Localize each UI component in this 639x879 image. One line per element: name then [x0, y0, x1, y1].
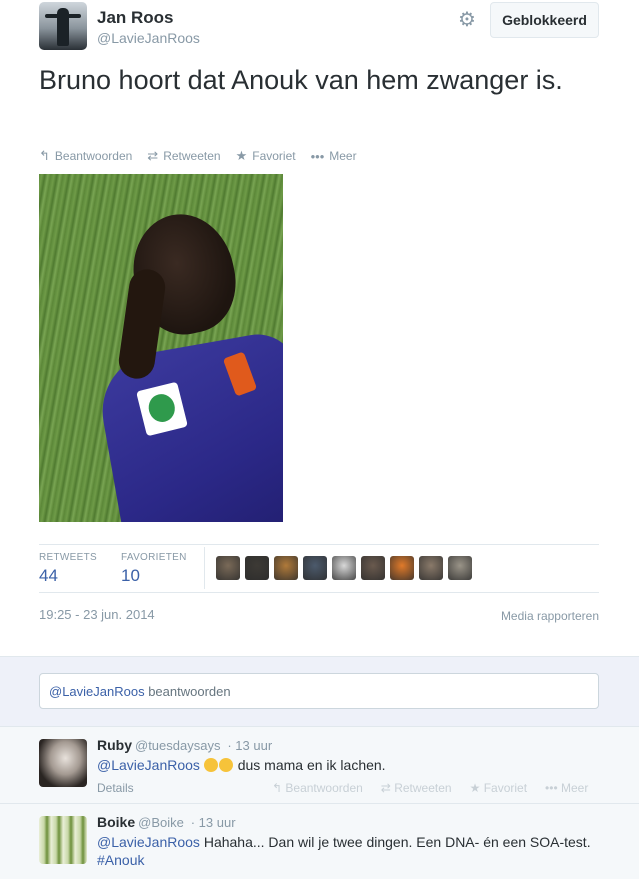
reply-text: @LavieJanRoos Hahaha... Dan wil je twee … — [97, 833, 607, 869]
reply-actions: ↰ Beantwoorden ⇄ Retweeten ★ Favoriet ••… — [272, 781, 588, 795]
favorite-action[interactable]: ★ Favoriet — [236, 148, 296, 164]
reply-mention: @LavieJanRoos — [49, 684, 145, 699]
more-action[interactable]: ••• Meer — [311, 148, 357, 164]
favoriter-avatars — [216, 556, 472, 580]
retweet-label: Retweeten — [163, 149, 221, 163]
more-icon: ••• — [310, 148, 325, 164]
reply-label: Beantwoorden — [54, 149, 133, 163]
tweet-text: Bruno hoort dat Anouk van hem zwanger is… — [39, 65, 563, 95]
reply-icon: ↰ — [39, 148, 50, 163]
favoriter-avatar[interactable] — [303, 556, 327, 580]
tweet-actions: ↰ Beantwoorden ⇄ Retweeten ★ Favoriet ••… — [39, 148, 357, 164]
retweets-stat[interactable]: RETWEETS 44 — [39, 552, 97, 586]
retweets-label: RETWEETS — [39, 552, 97, 563]
reply-input[interactable]: @LavieJanRoos beantwoorden — [39, 673, 599, 709]
favoriter-avatar[interactable] — [274, 556, 298, 580]
reply-avatar[interactable] — [39, 739, 87, 787]
reply-avatar[interactable] — [39, 816, 87, 864]
reply-text: @LavieJanRoos dus mama en ik lachen. — [97, 756, 607, 774]
author-name[interactable]: Jan Roos — [97, 8, 174, 28]
favoriter-avatar[interactable] — [448, 556, 472, 580]
reply-name: Boike — [97, 814, 136, 830]
favorites-count: 10 — [121, 566, 140, 585]
author-avatar[interactable] — [39, 2, 87, 50]
report-media-link[interactable]: Media rapporteren — [501, 609, 599, 623]
hashtag-link[interactable]: #Anouk — [97, 852, 144, 868]
gear-icon[interactable]: ⚙ — [458, 7, 476, 32]
details-link[interactable]: Details — [97, 781, 134, 795]
tweet-timestamp: 19:25 - 23 jun. 2014 — [39, 607, 155, 622]
reply-action[interactable]: ↰ Beantwoorden — [39, 148, 132, 164]
star-icon: ★ — [469, 781, 481, 795]
reply-more-action[interactable]: ••• Meer — [545, 781, 588, 795]
star-icon: ★ — [235, 148, 248, 163]
retweet-icon: ⇄ — [147, 148, 159, 163]
favoriter-avatar[interactable] — [361, 556, 385, 580]
reply-author[interactable]: Boike @Boike · 13 uur — [97, 814, 236, 830]
retweet-action[interactable]: ⇄ Retweeten — [147, 148, 220, 164]
favoriter-avatar[interactable] — [390, 556, 414, 580]
reply-mention-link[interactable]: @LavieJanRoos — [97, 757, 200, 773]
blocked-button[interactable]: Geblokkeerd — [490, 2, 599, 38]
favoriter-avatar[interactable] — [216, 556, 240, 580]
more-icon: ••• — [545, 781, 558, 795]
favoriter-avatar[interactable] — [245, 556, 269, 580]
favorites-stat[interactable]: FAVORIETEN 10 — [121, 552, 187, 586]
reply-name: Ruby — [97, 737, 132, 753]
reply-retweet-action[interactable]: ⇄ Retweeten — [381, 781, 452, 795]
reply-favorite-action[interactable]: ★ Favoriet — [470, 781, 527, 795]
reply-handle: @tuesdaysays — [135, 738, 221, 753]
author-handle[interactable]: @LavieJanRoos — [97, 30, 200, 46]
retweets-count: 44 — [39, 566, 58, 585]
reply-reply-action[interactable]: ↰ Beantwoorden — [272, 781, 363, 795]
reply-handle: @Boike — [138, 815, 184, 830]
tweet-photo[interactable] — [39, 174, 283, 522]
reply-body: Hahaha... Dan wil je twee dingen. Een DN… — [199, 834, 591, 850]
reply-mention-link[interactable]: @LavieJanRoos — [97, 834, 200, 850]
favorites-label: FAVORIETEN — [121, 552, 187, 563]
divider — [39, 544, 599, 545]
reply-time: · 13 uur — [190, 815, 236, 830]
reply-icon: ↰ — [272, 781, 283, 795]
laughing-emoji-icon — [203, 758, 218, 772]
reply-tweet[interactable]: Boike @Boike · 13 uur @LavieJanRoos Hahah… — [0, 803, 639, 879]
reply-placeholder: beantwoorden — [144, 684, 231, 699]
reply-tweet[interactable]: Ruby @tuesdaysays · 13 uur @LavieJanRoos … — [0, 726, 639, 803]
more-label: Meer — [329, 149, 357, 163]
retweet-icon: ⇄ — [380, 781, 391, 795]
reply-author[interactable]: Ruby @tuesdaysays · 13 uur — [97, 737, 272, 753]
laughing-emoji-icon — [218, 758, 233, 772]
main-tweet: Jan Roos @LavieJanRoos ⚙ Geblokkeerd Bru… — [0, 0, 639, 656]
favoriter-avatar[interactable] — [332, 556, 356, 580]
divider — [39, 592, 599, 593]
favorite-label: Favoriet — [252, 149, 296, 163]
favoriter-avatar[interactable] — [419, 556, 443, 580]
reply-time: · 13 uur — [227, 738, 273, 753]
reply-body: dus mama en ik lachen. — [233, 757, 386, 773]
reply-area: @LavieJanRoos beantwoorden — [0, 656, 639, 726]
